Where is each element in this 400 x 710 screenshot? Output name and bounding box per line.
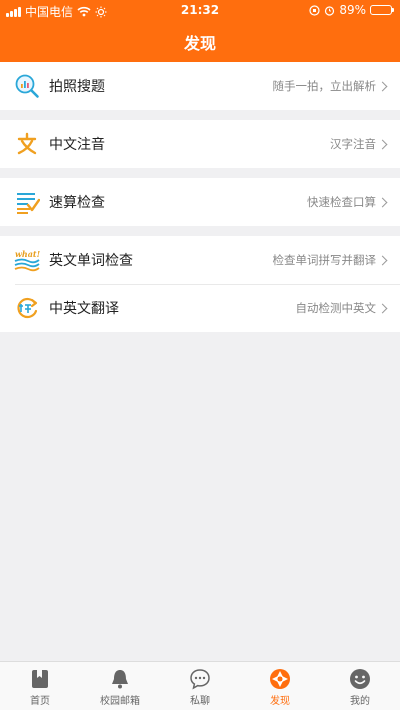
- translate-icon: [17, 297, 38, 319]
- discover-icon: [270, 669, 290, 689]
- chat-icon: [190, 669, 210, 690]
- chevron-right-icon: [377, 139, 388, 149]
- menu-item-chinese-pinyin[interactable]: 中文注音 汉字注音: [0, 120, 400, 168]
- menu-group-pinyin: 中文注音 汉字注音: [0, 120, 400, 168]
- menu-group-search: 拍照搜题 随手一拍，立出解析: [0, 62, 400, 110]
- menu-item-label: 英文单词检查: [49, 253, 133, 269]
- tab-label: 发现: [270, 696, 290, 707]
- menu-item-label: 中英文翻译: [49, 301, 119, 317]
- menu-item-detail: 汉字注音: [330, 137, 376, 151]
- tab-home[interactable]: 首页: [0, 662, 80, 710]
- bell-icon: [112, 670, 128, 689]
- tab-profile[interactable]: 我的: [320, 662, 400, 710]
- menu-item-detail: 检查单词拼写并翻译: [272, 253, 377, 267]
- chevron-right-icon: [377, 197, 388, 207]
- menu-item-label: 中文注音: [49, 137, 105, 153]
- svg-text:what!: what!: [15, 249, 40, 259]
- calc-check-icon: [17, 193, 40, 214]
- menu-item-label: 拍照搜题: [49, 79, 105, 95]
- tab-bar: 首页 校园邮箱 私聊 发现 我的: [0, 661, 400, 710]
- battery-icon: [370, 5, 394, 15]
- orientation-lock-icon: [309, 4, 320, 16]
- tab-label: 私聊: [190, 696, 210, 707]
- english-check-icon: what!: [14, 249, 40, 272]
- menu-group-english: what! 英文单词检查 检查单词拼写并翻译 中英文翻译 自动检测中英文: [0, 236, 400, 332]
- chevron-right-icon: [377, 303, 388, 313]
- menu-item-photo-search[interactable]: 拍照搜题 随手一拍，立出解析: [0, 62, 400, 110]
- alarm-icon: [325, 5, 335, 16]
- menu-item-translate[interactable]: 中英文翻译 自动检测中英文: [0, 284, 400, 332]
- search-photo-icon: [15, 74, 39, 98]
- tab-label: 我的: [350, 696, 370, 707]
- menu-item-english-word-check[interactable]: what! 英文单词检查 检查单词拼写并翻译: [0, 236, 400, 284]
- tab-campus-mail[interactable]: 校园邮箱: [80, 662, 160, 710]
- page-title: 发现: [183, 34, 216, 53]
- status-bar: 中国电信 21:32 89%: [0, 0, 400, 20]
- chevron-right-icon: [377, 255, 388, 265]
- tab-label: 首页: [30, 696, 50, 707]
- battery-percent: 89%: [339, 3, 366, 17]
- header-bar: 中国电信 21:32 89% 发现: [0, 0, 400, 62]
- tab-discover[interactable]: 发现: [240, 662, 320, 710]
- menu-item-detail: 随手一拍，立出解析: [272, 79, 377, 93]
- home-icon: [32, 670, 48, 688]
- menu-item-quick-calc-check[interactable]: 速算检查 快速检查口算: [0, 178, 400, 226]
- profile-icon: [350, 669, 370, 689]
- menu-item-label: 速算检查: [49, 195, 105, 211]
- menu-item-detail: 快速检查口算: [307, 195, 376, 209]
- tab-label: 校园邮箱: [100, 696, 140, 707]
- menu-item-detail: 自动检测中英文: [295, 301, 377, 315]
- status-right: 89%: [309, 3, 394, 17]
- tab-private-chat[interactable]: 私聊: [160, 662, 240, 710]
- chevron-right-icon: [377, 81, 388, 91]
- menu-group-calc: 速算检查 快速检查口算: [0, 178, 400, 226]
- chinese-char-icon: [17, 132, 37, 155]
